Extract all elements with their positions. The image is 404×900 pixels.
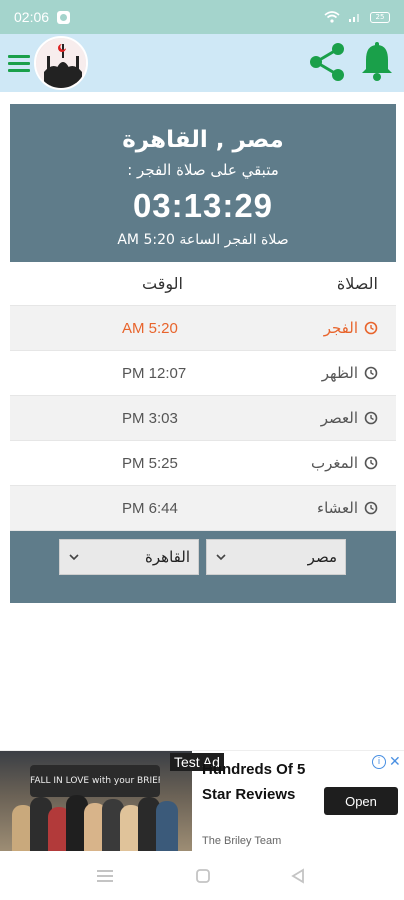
clock-icon <box>364 456 378 470</box>
prayer-name-label: الفجر <box>323 319 358 337</box>
prayer-row: المغرب PM 5:25 <box>10 441 396 486</box>
prayer-time: PM 5:25 <box>122 454 178 472</box>
countdown-timer: 03:13:29 <box>132 187 274 224</box>
column-time-label: الوقت <box>142 274 183 293</box>
status-time: 02:06 <box>14 9 50 25</box>
prayer-name-label: العشاء <box>317 499 358 517</box>
app-bar <box>0 34 404 92</box>
back-icon[interactable] <box>290 868 306 888</box>
country-value: مصر <box>307 548 337 566</box>
ad-image[interactable]: FALL IN LOVE with your BRIER? <box>0 751 192 851</box>
prayer-name: الفجر <box>324 319 378 337</box>
ad-advertiser: The Briley Team <box>202 835 282 847</box>
wifi-icon <box>324 11 340 23</box>
prayer-name: المغرب <box>311 454 378 472</box>
prayer-list: الفجر AM 5:20 الظهر PM 12:07 العصر PM 3:03 الم… <box>10 306 396 531</box>
ad-title[interactable]: Hundreds Of 5 Star Reviews <box>202 757 322 807</box>
system-nav-bar <box>0 852 404 900</box>
clock-icon <box>364 321 378 335</box>
prayer-time: AM 5:20 <box>122 319 178 337</box>
countdown-header: مصر , القاهرة متبقي على صلاة الفجر : 03:… <box>10 104 396 262</box>
ad-banner[interactable]: FALL IN LOVE with your BRIER? Test Ad Hu… <box>0 750 404 851</box>
chevron-down-icon <box>216 554 226 561</box>
prayer-row: العصر PM 3:03 <box>10 396 396 441</box>
clock-icon <box>364 501 378 515</box>
prayer-name: العشاء <box>317 499 378 517</box>
signal-icon <box>349 14 359 22</box>
remaining-label: متبقي على صلاة الفجر : <box>127 161 279 179</box>
column-prayer-label: الصلاة <box>336 274 378 293</box>
chevron-down-icon <box>69 554 79 561</box>
prayer-name-label: العصر <box>320 409 358 427</box>
menu-icon[interactable] <box>8 54 30 72</box>
notification-icon <box>57 10 71 24</box>
prayer-name-label: الظهر <box>321 364 358 382</box>
prayer-row: الفجر AM 5:20 <box>10 306 396 351</box>
ad-close-icon[interactable]: ✕ <box>389 754 401 770</box>
prayer-time: PM 12:07 <box>122 364 187 382</box>
prayer-time: PM 6:44 <box>122 499 178 517</box>
next-prayer-text: صلاة الفجر الساعة 5:20 AM <box>117 232 289 248</box>
prayer-name: العصر <box>321 409 378 427</box>
clock-icon <box>364 411 378 425</box>
prayer-times-card: مصر , القاهرة متبقي على صلاة الفجر : 03:… <box>10 104 396 603</box>
prayer-row: الظهر PM 12:07 <box>10 351 396 396</box>
ad-image-sign: FALL IN LOVE with your BRIER? <box>30 765 160 797</box>
clock-icon <box>364 366 378 380</box>
city-value: القاهرة <box>145 548 190 566</box>
prayer-time: PM 3:03 <box>122 409 178 427</box>
battery-icon: 25 <box>370 11 390 23</box>
location-title: مصر , القاهرة <box>122 127 284 153</box>
city-select[interactable]: القاهرة <box>59 539 199 575</box>
prayer-name-label: المغرب <box>310 454 358 472</box>
status-indicators: 25 <box>324 11 390 23</box>
home-icon[interactable] <box>195 868 211 888</box>
ad-info-icon[interactable]: i <box>372 755 386 769</box>
bell-icon[interactable] <box>360 42 394 86</box>
ad-open-button[interactable]: Open <box>324 787 398 815</box>
country-select[interactable]: مصر <box>206 539 346 575</box>
status-bar: 02:06 25 <box>0 0 404 34</box>
prayer-row: العشاء PM 6:44 <box>10 486 396 531</box>
share-icon[interactable] <box>308 42 346 86</box>
prayer-name: الظهر <box>322 364 378 382</box>
mosque-logo-icon <box>34 36 88 90</box>
recents-icon[interactable] <box>96 868 114 888</box>
table-header: الصلاة الوقت <box>10 262 396 306</box>
location-selectors: مصر القاهرة <box>10 531 396 603</box>
